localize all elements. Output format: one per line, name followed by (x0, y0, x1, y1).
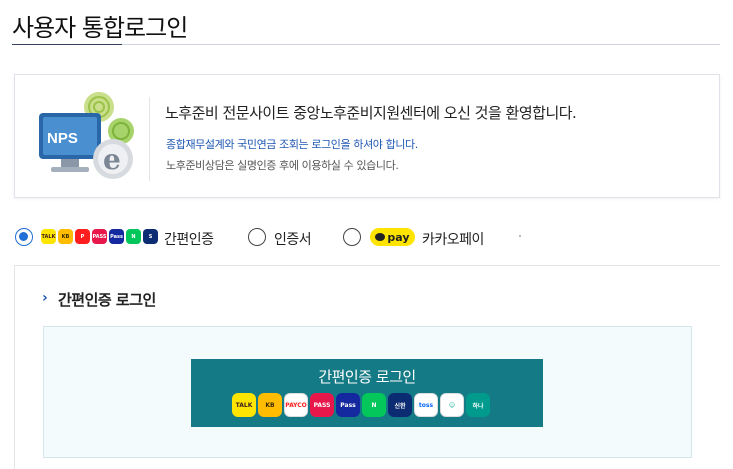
chevron-right-icon: › (42, 290, 48, 306)
page-title: 사용자 통합로그인 (12, 14, 188, 42)
kakaopay-radio[interactable] (343, 228, 361, 246)
title-divider-accent (12, 44, 122, 45)
decorative-dot (519, 235, 521, 237)
toss-provider-icon: toss (414, 393, 438, 417)
samsung-pass-provider-icon: Pass (336, 393, 360, 417)
easy-auth-label[interactable]: 간편인증 (164, 229, 214, 249)
shinhan-provider-icon: 신한 (388, 393, 412, 417)
naver-provider-icon: N (362, 393, 386, 417)
kb-icon: KB (58, 229, 73, 244)
kakao-provider-icon: TALK (232, 393, 256, 417)
easy-auth-provider-icons: TALK KB P PASS Pass N S (41, 229, 158, 245)
kb-provider-icon: KB (258, 393, 282, 417)
login-required-notice: 종합재무설계와 국민연금 조회는 로그인을 하셔야 합니다. (166, 138, 418, 151)
svg-text:e: e (103, 143, 121, 176)
pass-provider-icon: PASS (310, 393, 334, 417)
provider-icon-row: TALK KB PAYCO PASS Pass N 신한 toss ☺ 하나 (232, 393, 490, 417)
hana-provider-icon: 하나 (466, 393, 490, 417)
welcome-heading: 노후준비 전문사이트 중앙노후준비지원센터에 오신 것을 환영합니다. (165, 104, 577, 122)
speech-bubble-icon (375, 233, 386, 241)
kakaopay-badge-text: pay (387, 230, 410, 244)
shinhan-icon: S (143, 229, 158, 244)
certificate-radio[interactable] (248, 228, 266, 246)
payco-provider-icon: PAYCO (284, 393, 308, 417)
naver-icon: N (126, 229, 141, 244)
counseling-notice: 노후준비상담은 실명인증 후에 이용하실 수 있습니다. (166, 159, 399, 172)
easy-login-button[interactable]: 간편인증 로그인 TALK KB PAYCO PASS Pass N 신한 toss ☺ 하나 (191, 359, 543, 427)
nps-monitor-logo-icon: NPS e (39, 92, 134, 179)
certificate-label[interactable]: 인증서 (274, 229, 312, 249)
welcome-box: NPS e 노후준비 전문사이트 중앙노후준비지원센터에 오신 것을 환영합니다… (14, 74, 720, 198)
kakao-icon: TALK (41, 229, 56, 244)
welcome-divider (149, 97, 150, 181)
smile-provider-icon: ☺ (440, 393, 464, 417)
easy-login-button-label: 간편인증 로그인 (318, 368, 416, 386)
easy-auth-radio[interactable] (15, 228, 33, 246)
pass-icon: PASS (92, 229, 107, 244)
section-title: 간편인증 로그인 (58, 291, 156, 309)
kakaopay-label[interactable]: 카카오페이 (422, 229, 484, 249)
svg-text:NPS: NPS (47, 130, 78, 147)
kakaopay-badge-icon: pay (370, 228, 415, 246)
payco-icon: P (75, 229, 90, 244)
samsung-pass-icon: Pass (109, 229, 124, 244)
